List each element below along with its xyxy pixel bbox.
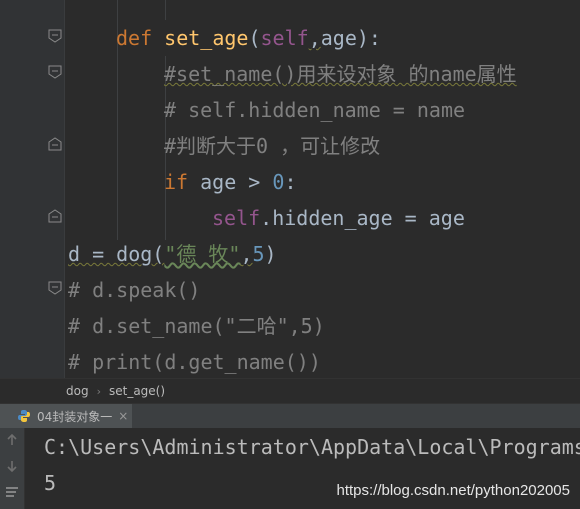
keyword-if: if xyxy=(164,170,189,194)
watermark: https://blog.csdn.net/python202005 xyxy=(336,482,570,499)
params-rest: age): xyxy=(320,26,381,50)
editor-gutter xyxy=(0,0,64,378)
arrow-up-icon[interactable] xyxy=(4,432,20,448)
self-ref: self xyxy=(212,206,261,230)
fold-marker-icon[interactable] xyxy=(48,65,62,79)
self-param: self xyxy=(260,26,309,50)
close-icon[interactable]: × xyxy=(118,409,128,423)
wrap-icon[interactable] xyxy=(4,484,20,500)
code-editor[interactable]: def set_age(self,age): #set_name()用来设对象 … xyxy=(0,0,580,378)
code-line-comment[interactable]: # d.set_name("二哈",5) xyxy=(68,308,325,344)
code-line-comment[interactable]: # d.speak() xyxy=(68,272,200,308)
fold-marker-icon[interactable] xyxy=(48,137,62,151)
code-line-comment[interactable]: # self.hidden_name = name xyxy=(164,92,465,128)
code-line-instance[interactable]: d = dog("德 牧",5) xyxy=(68,236,277,272)
run-toolbar xyxy=(0,428,25,509)
condition: age > xyxy=(188,170,273,194)
code-line-def[interactable]: def set_age(self,age): xyxy=(116,20,381,56)
gutter-separator xyxy=(64,0,65,378)
run-tab-label: 04封装对象一 xyxy=(37,409,113,424)
code-line-if[interactable]: if age > 0: xyxy=(164,164,296,200)
string-literal: "德 牧" xyxy=(164,242,241,266)
paren: ( xyxy=(248,26,261,50)
breadcrumb-item-class[interactable]: dog xyxy=(66,384,89,398)
breadcrumb: dog › set_age() xyxy=(0,378,580,403)
colon: : xyxy=(284,170,297,194)
comma-warning: , xyxy=(240,242,253,266)
function-name: set_age xyxy=(164,26,249,50)
assignment: .hidden_age = age xyxy=(260,206,465,230)
code-line-comment[interactable]: # print(d.get_name()) xyxy=(68,344,321,378)
comma-warning: , xyxy=(308,26,321,50)
run-tab-bar: 04封装对象一 × xyxy=(0,403,580,429)
keyword-def: def xyxy=(116,26,153,50)
fold-marker-icon[interactable] xyxy=(48,29,62,43)
console-output-line: 5 xyxy=(44,471,57,495)
console-output-line: C:\Users\Administrator\AppData\Local\Pro… xyxy=(44,435,580,459)
number-literal: 0 xyxy=(272,170,285,194)
paren: ) xyxy=(264,242,277,266)
arrow-down-icon[interactable] xyxy=(4,458,20,474)
fold-marker-icon[interactable] xyxy=(48,281,62,295)
number-literal: 5 xyxy=(252,242,265,266)
breadcrumb-item-method[interactable]: set_age() xyxy=(109,384,165,398)
python-icon xyxy=(18,410,30,422)
fold-marker-icon[interactable] xyxy=(48,209,62,223)
indent-guide xyxy=(165,0,166,20)
run-tab[interactable]: 04封装对象一 × xyxy=(0,404,132,428)
code-line-assign[interactable]: self.hidden_age = age xyxy=(212,200,465,236)
code-line-comment[interactable]: #set_name()用来设对象 的name属性 xyxy=(164,56,517,92)
breadcrumb-separator: › xyxy=(96,384,101,398)
code-line-comment[interactable]: #判断大于0 ，可让修改 xyxy=(164,128,380,164)
call-start: d = dog( xyxy=(68,242,165,266)
